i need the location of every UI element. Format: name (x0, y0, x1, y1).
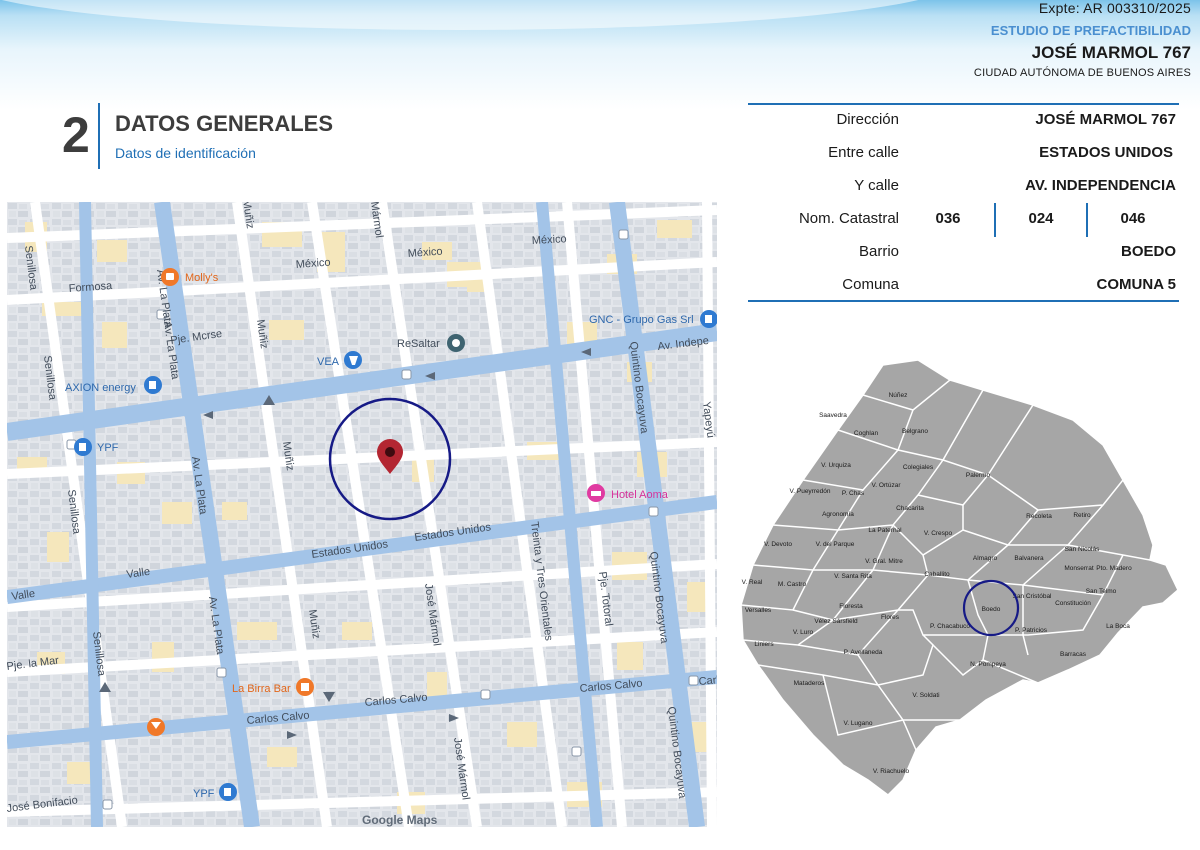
banner-swoosh (0, 0, 960, 30)
street-label-mexico: México (532, 233, 567, 247)
street-map-svg: México México México Formosa Av. La Plat… (7, 202, 717, 827)
barrio-label: Saavedra (819, 412, 847, 419)
barrio-label: San Nicolás (1065, 546, 1100, 553)
barrio-label: Belgrano (902, 428, 928, 435)
header-address: JOSÉ MARMOL 767 (1031, 43, 1191, 62)
barrio-label: V. Gral. Mitre (865, 558, 903, 565)
label-nom-catastral: Nom. Catastral (798, 210, 899, 227)
study-type: ESTUDIO DE PREFACTIBILIDAD (990, 23, 1191, 38)
section-divider (98, 103, 100, 169)
poi-label-axion: AXION energy (65, 382, 136, 394)
barrio-label: San Telmo (1086, 588, 1117, 595)
barrios-map: Núñez Saavedra Coghlan Belgrano V. Urqui… (740, 359, 1179, 796)
barrio-label: Balvanera (1014, 555, 1044, 562)
barrio-label: V. Lugano (843, 720, 872, 727)
street-map: México México México Formosa Av. La Plat… (7, 202, 717, 827)
barrio-label: Agronomía (822, 511, 854, 518)
barrio-label: La Boca (1106, 623, 1130, 630)
poi-label-hotel-aoma: Hotel Aoma (611, 489, 669, 501)
section-number: 2 (62, 107, 90, 163)
catastral-separator (994, 203, 996, 237)
barrio-label: Chacarita (896, 505, 924, 512)
barrio-label: Liniers (754, 641, 774, 648)
barrio-label: P. Chacabuco (930, 623, 970, 630)
value-direccion: JOSÉ MARMOL 767 (1035, 111, 1176, 128)
poi-bar-icon (147, 718, 165, 736)
label-entre-calle: Entre calle (828, 144, 899, 161)
barrio-label: V. Pueyrredón (790, 488, 831, 495)
barrio-label: V. Luro (793, 629, 814, 636)
barrio-label: Recoleta (1026, 513, 1052, 520)
value-comuna: COMUNA 5 (1096, 276, 1176, 293)
street-label-mexico: México (407, 246, 443, 260)
barrio-label: Mataderos (794, 680, 825, 687)
barrio-label: Caballito (924, 571, 950, 578)
table-bottom-rule (748, 300, 1179, 302)
barrio-label: V. del Parque (816, 541, 855, 548)
barrio-label: V. Urquiza (821, 462, 851, 469)
barrio-label: V. Crespo (924, 530, 953, 537)
barrio-label: Pto. Madero (1096, 565, 1132, 572)
poi-label-vea: VEA (317, 356, 340, 368)
barrio-label: P. Chas (842, 490, 865, 497)
table-top-rule (748, 103, 1179, 105)
map-attribution: Google Maps (362, 813, 438, 827)
barrio-label: Flores (881, 614, 900, 621)
label-comuna: Comuna (842, 276, 899, 293)
header-city: CIUDAD AUTÓNOMA DE BUENOS AIRES (973, 67, 1191, 79)
value-entre-calle: ESTADOS UNIDOS (1039, 144, 1173, 161)
barrio-label: N. Pompeya (970, 661, 1006, 668)
poi-label-ypf: YPF (97, 442, 119, 454)
street-label-mexico: México (295, 257, 331, 271)
barrio-label: V. Riachuelo (873, 768, 910, 775)
poi-label-ypf: YPF (193, 788, 215, 800)
catastral-circunscripcion: 036 (935, 210, 961, 227)
barrio-label: Retiro (1073, 512, 1091, 519)
poi-label-la-birra-bar: La Birra Bar (232, 683, 291, 695)
barrio-label: M. Castro (778, 581, 807, 588)
barrio-label: Boedo (982, 606, 1001, 613)
document-header: Expte: AR 003310/2025 ESTUDIO DE PREFACT… (974, 0, 1191, 80)
barrio-label: San Cristóbal (1012, 593, 1052, 600)
barrio-label: V. Soldati (912, 692, 939, 699)
expediente-number: Expte: AR 003310/2025 (1038, 0, 1191, 16)
barrio-label: P. Patricios (1015, 627, 1048, 634)
general-data-table: Dirección JOSÉ MARMOL 767 Entre calle ES… (748, 103, 1179, 302)
barrio-label: Monserrat (1064, 565, 1093, 572)
value-barrio: BOEDO (1120, 243, 1176, 260)
barrio-label: P. Avellaneda (844, 649, 883, 656)
poi-label-mollys: Molly's (185, 272, 219, 284)
section-title: DATOS GENERALES (115, 111, 333, 136)
barrio-label: Colegiales (903, 464, 934, 471)
barrio-label: V. Santa Rita (834, 573, 872, 580)
barrio-label: V. Real (742, 579, 763, 586)
barrio-label: Constitución (1055, 600, 1091, 607)
barrio-label: Versalles (745, 607, 772, 614)
catastral-seccion: 024 (1028, 210, 1054, 227)
barrio-label: Núñez (889, 392, 908, 399)
label-barrio: Barrio (858, 243, 899, 260)
barrio-label: La Paternal (868, 527, 902, 534)
barrio-label: V. Ortúzar (871, 482, 901, 489)
barrio-label: V. Devoto (764, 541, 792, 548)
poi-label-resaltar: ReSaltar (397, 338, 440, 350)
value-y-calle: AV. INDEPENDENCIA (1025, 177, 1176, 194)
poi-label-gnc: GNC - Grupo Gas Srl (589, 314, 694, 326)
section-subtitle: Datos de identificación (115, 145, 256, 161)
barrio-label: Almagro (973, 555, 998, 562)
barrio-label: Vélez Sársfield (814, 618, 858, 625)
barrio-label: Floresta (839, 603, 863, 610)
catastral-manzana: 046 (1120, 210, 1146, 227)
label-direccion: Dirección (836, 111, 899, 128)
catastral-separator (1086, 203, 1088, 237)
barrio-label: Coghlan (854, 430, 879, 437)
barrio-label: Barracas (1060, 651, 1087, 658)
barrio-label: Palermo (966, 472, 991, 479)
label-y-calle: Y calle (854, 177, 899, 194)
